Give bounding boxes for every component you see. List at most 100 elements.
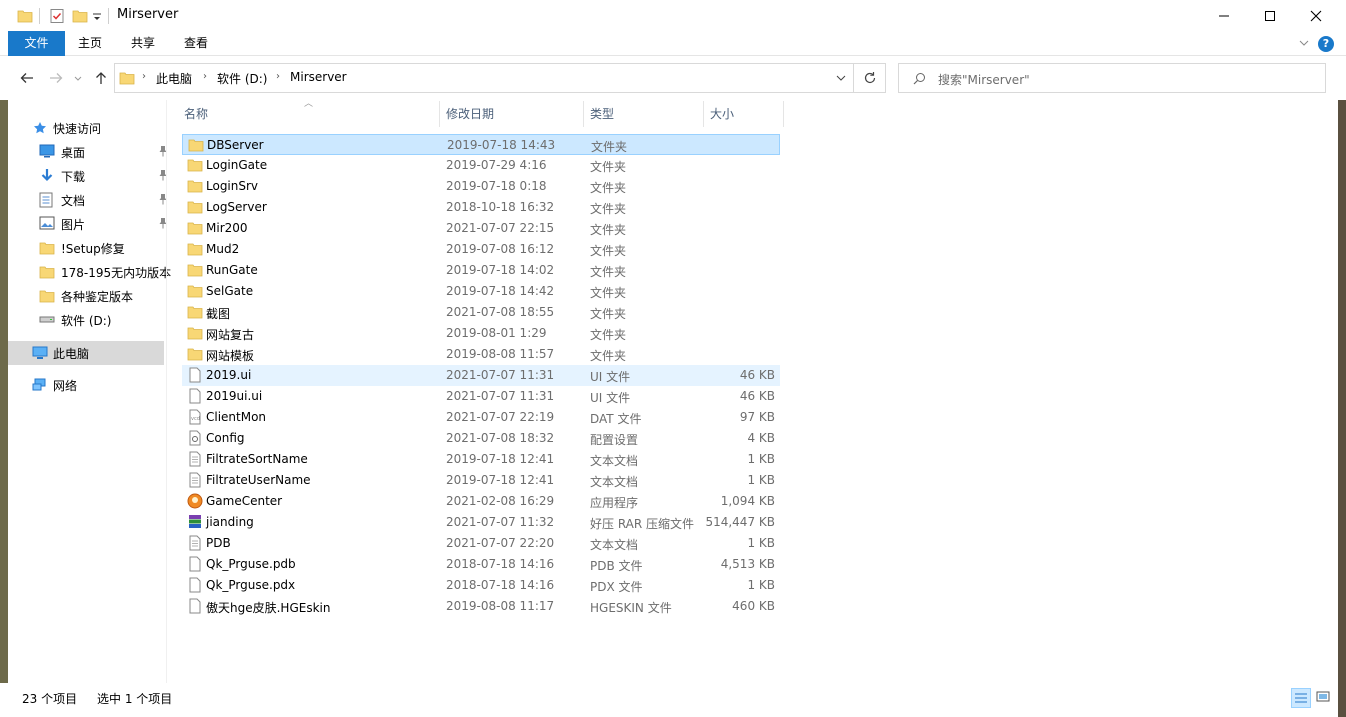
file-size: 1 KB (747, 578, 775, 592)
file-size: 460 KB (732, 599, 775, 613)
large-icons-view-button[interactable] (1314, 688, 1334, 708)
refresh-button[interactable] (854, 63, 886, 93)
archive-icon (187, 514, 203, 530)
file-row[interactable]: 傲天hge皮肤.HGEskin 2019-08-08 11:17 HGESKIN 文… (182, 596, 780, 617)
file-row[interactable]: Qk_Prguse.pdx 2018-07-18 14:16 PDX 文件 1 KB (182, 575, 780, 596)
file-name: 网站复古 (206, 328, 255, 342)
nav-item[interactable]: !Setup修复 (8, 236, 166, 260)
file-row[interactable]: 2019.ui 2021-07-07 11:31 UI 文件 46 KB (182, 365, 780, 386)
column-type[interactable]: 类型 (584, 101, 703, 127)
help-icon[interactable]: ? (1318, 36, 1334, 52)
details-view-button[interactable] (1291, 688, 1311, 708)
nav-item[interactable]: 桌面 (8, 140, 167, 164)
folder-icon (39, 264, 55, 283)
nav-this-pc[interactable]: 此电脑 (8, 341, 164, 365)
file-row[interactable]: FiltrateUserName 2019-07-18 12:41 文本文档 1 KB (182, 470, 780, 491)
forward-icon[interactable] (48, 70, 64, 86)
new-folder-icon[interactable] (72, 7, 88, 25)
folder-icon (187, 283, 203, 299)
file-row[interactable]: LoginSrv 2019-07-18 0:18 文件夹 (182, 176, 780, 197)
customize-toolbar-icon[interactable] (92, 7, 102, 25)
large-icons-view-icon (1316, 691, 1330, 702)
nav-item-label: 图片 (61, 218, 86, 232)
pane-divider (166, 100, 167, 683)
refresh-icon (864, 72, 875, 84)
tab-file[interactable]: 文件 (8, 31, 65, 56)
file-row[interactable]: 网站复古 2019-08-01 1:29 文件夹 (182, 323, 780, 344)
text-file-icon (187, 472, 203, 488)
file-row[interactable]: SelGate 2019-07-18 14:42 文件夹 (182, 281, 780, 302)
file-row[interactable]: 2019ui.ui 2021-07-07 11:31 UI 文件 46 KB (182, 386, 780, 407)
column-size[interactable]: 大小 (704, 101, 783, 127)
file-row[interactable]: Mud2 2019-07-08 16:12 文件夹 (182, 239, 780, 260)
folder-icon (187, 262, 203, 278)
column-date[interactable]: 修改日期 (440, 101, 583, 127)
file-type: 文件夹 (590, 223, 627, 237)
nav-item[interactable]: 图片 (8, 212, 167, 236)
breadcrumb-this-pc[interactable]: 此电脑 (156, 70, 192, 87)
file-type: 文件夹 (590, 328, 627, 342)
tab-share[interactable]: 共享 (121, 31, 165, 56)
file-name: Config (206, 431, 245, 445)
search-input[interactable]: 搜索"Mirserver" (938, 71, 1030, 88)
address-bar[interactable]: › 此电脑 › 软件 (D:) › Mirserver (114, 63, 854, 93)
file-row[interactable]: 网站模板 2019-08-08 11:57 文件夹 (182, 344, 780, 365)
nav-item[interactable]: 下载 (8, 164, 167, 188)
file-type: 文本文档 (590, 475, 639, 489)
file-date: 2019-07-18 14:02 (446, 263, 555, 277)
maximize-button[interactable] (1247, 0, 1293, 31)
file-row[interactable]: jianding 2021-07-07 11:32 好压 RAR 压缩文件 514,4… (182, 512, 780, 533)
chevron-down-icon[interactable] (835, 72, 847, 87)
column-divider[interactable] (783, 101, 784, 127)
list-header: 名称 修改日期 类型 大小 (178, 101, 784, 127)
file-row[interactable]: PDB 2021-07-07 22:20 文本文档 1 KB (182, 533, 780, 554)
nav-quick-access[interactable]: 快速访问 (8, 116, 173, 140)
file-type: 好压 RAR 压缩文件 (590, 517, 695, 531)
folder-icon (39, 288, 55, 307)
file-row[interactable]: GameCenter 2021-02-08 16:29 应用程序 1,094 KB (182, 491, 780, 512)
file-row[interactable]: DBServer 2019-07-18 14:43 文件夹 (182, 134, 780, 155)
file-row[interactable]: Config 2021-07-08 18:32 配置设置 4 KB (182, 428, 780, 449)
nav-item[interactable]: 178-195无内功版本 (8, 260, 171, 284)
breadcrumb-mirserver[interactable]: Mirserver (290, 70, 347, 84)
file-row[interactable]: 截图 2021-07-08 18:55 文件夹 (182, 302, 780, 323)
file-row[interactable]: LogServer 2018-10-18 16:32 文件夹 (182, 197, 780, 218)
file-name: 网站模板 (206, 349, 255, 363)
breadcrumb-drive[interactable]: 软件 (D:) (217, 70, 267, 87)
minimize-button[interactable] (1201, 0, 1247, 31)
close-button[interactable] (1293, 0, 1339, 31)
expand-ribbon-icon[interactable] (1297, 36, 1311, 50)
file-row[interactable]: LoginGate 2019-07-29 4:16 文件夹 (182, 155, 780, 176)
nav-network[interactable]: 网络 (8, 373, 164, 397)
file-row[interactable]: Mir200 2021-07-07 22:15 文件夹 (182, 218, 780, 239)
file-name: 傲天hge皮肤.HGEskin (206, 601, 331, 615)
maximize-icon (1265, 10, 1275, 21)
nav-item-label: 桌面 (61, 146, 86, 160)
sort-ascending-icon: ︿ (304, 99, 314, 109)
back-icon[interactable] (19, 70, 35, 86)
file-row[interactable]: Qk_Prguse.pdb 2018-07-18 14:16 PDB 文件 4,513… (182, 554, 780, 575)
chevron-right-icon[interactable]: › (276, 71, 280, 82)
desktop-icon (39, 144, 55, 161)
up-icon[interactable] (93, 70, 109, 86)
nav-item[interactable]: 各种鉴定版本 (8, 284, 166, 308)
file-row[interactable]: vcd ClientMon 2021-07-07 22:19 DAT 文件 97 KB (182, 407, 780, 428)
tab-view[interactable]: 查看 (174, 31, 218, 56)
title-bar: Mirserver (0, 0, 1346, 31)
chevron-right-icon[interactable]: › (142, 71, 146, 82)
file-row[interactable]: RunGate 2019-07-18 14:02 文件夹 (182, 260, 780, 281)
chevron-right-icon[interactable]: › (203, 71, 207, 82)
properties-icon[interactable] (49, 7, 65, 25)
nav-item[interactable]: 文档 (8, 188, 167, 212)
nav-item-label: 各种鉴定版本 (61, 290, 134, 304)
tab-home[interactable]: 主页 (68, 31, 112, 56)
nav-item[interactable]: 软件 (D:) (8, 308, 166, 332)
file-name: 2019.ui (206, 368, 252, 382)
config-file-icon (187, 430, 203, 446)
folder-icon (187, 157, 203, 173)
nav-item-label: 文档 (61, 194, 86, 208)
file-row[interactable]: FiltrateSortName 2019-07-18 12:41 文本文档 1 KB (182, 449, 780, 470)
computer-icon (32, 346, 48, 359)
recent-locations-icon[interactable] (73, 70, 83, 86)
search-box[interactable]: 搜索"Mirserver" (898, 63, 1326, 93)
